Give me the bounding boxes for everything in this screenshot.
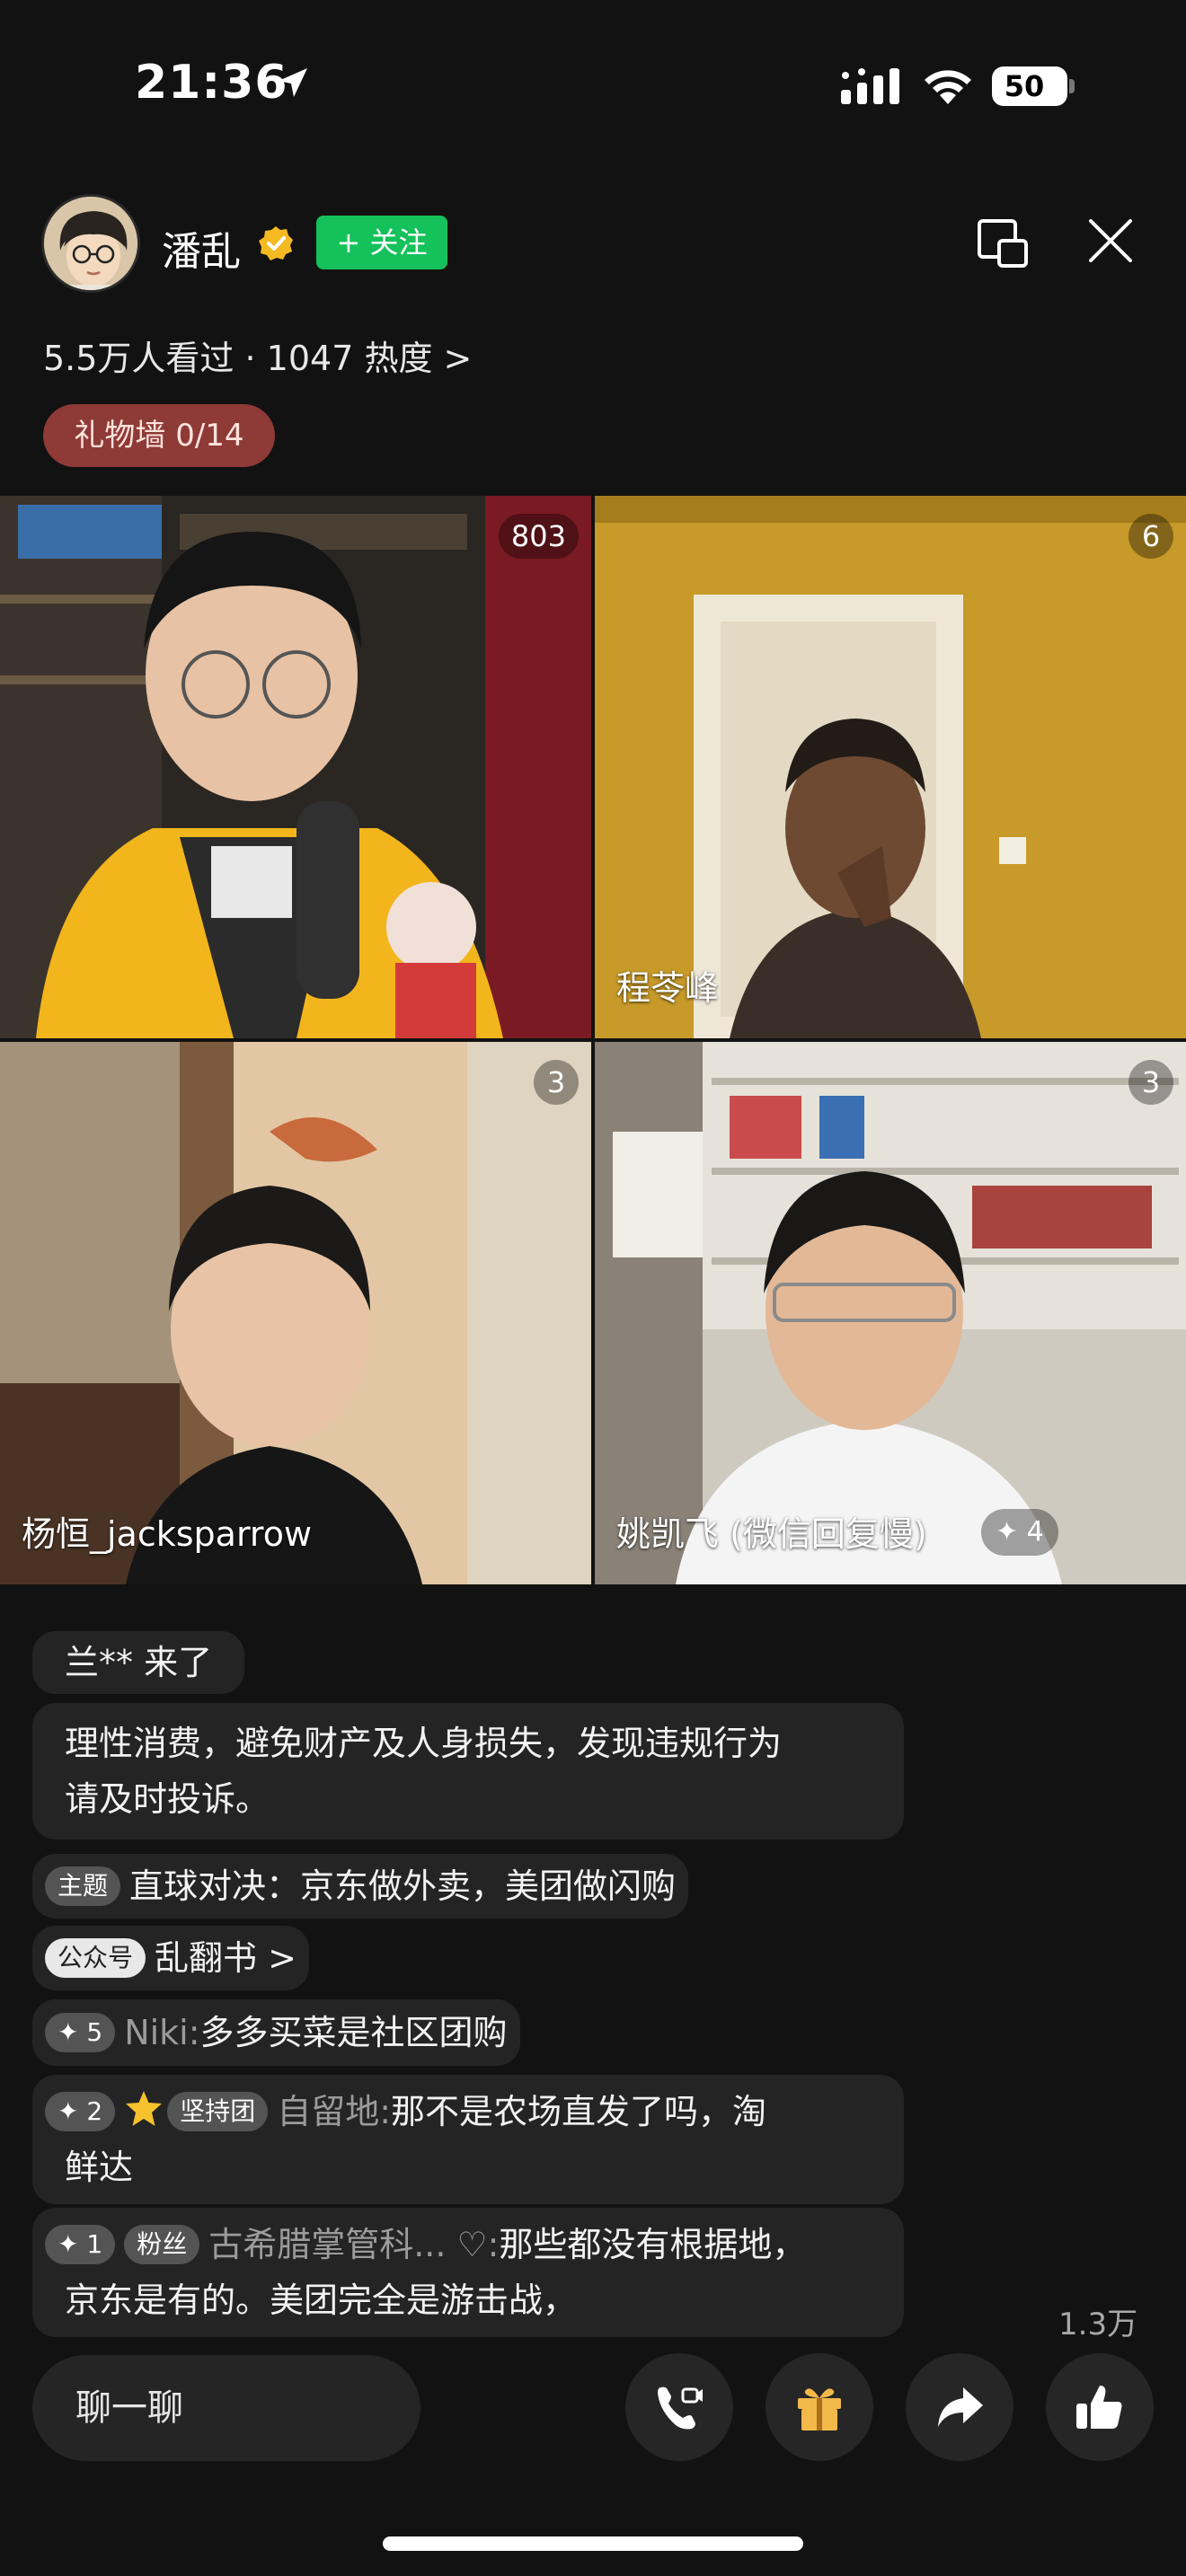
signal-icon bbox=[841, 68, 899, 104]
join-notice-text: 兰** 来了 bbox=[65, 1643, 213, 1682]
battery-level: 50 bbox=[1004, 69, 1045, 103]
fan-chip: 粉丝 bbox=[124, 2225, 200, 2264]
video-tile-3[interactable]: 3 杨恒_jacksparrow bbox=[0, 1042, 591, 1584]
tile-viewer-count: 3 bbox=[1128, 1060, 1173, 1105]
tile-viewer-count: 803 bbox=[498, 514, 579, 559]
official-account-chip: 公众号 bbox=[45, 1938, 146, 1978]
star-badge-icon bbox=[124, 2089, 164, 2129]
chat-text: 那些都没有根据地， bbox=[499, 2225, 807, 2264]
video-call-button[interactable] bbox=[625, 2353, 733, 2461]
system-notice-line: 理性消费，避免财产及人身损失，发现违规行为 bbox=[65, 1724, 783, 1763]
gift-button[interactable] bbox=[766, 2353, 873, 2461]
system-notice-line: 请及时投诉。 bbox=[65, 1779, 270, 1819]
video-tile-1[interactable]: 803 bbox=[0, 496, 591, 1038]
home-indicator[interactable] bbox=[383, 2536, 803, 2551]
video-feed bbox=[595, 496, 1186, 1038]
topic-message[interactable]: 主题 直球对决：京东做外卖，美团做闪购 bbox=[32, 1854, 689, 1919]
status-bar: 21:36 50 bbox=[0, 0, 1186, 171]
share-button[interactable] bbox=[906, 2353, 1013, 2461]
share-icon bbox=[938, 2387, 983, 2427]
fan-club-chip: 坚持团 bbox=[167, 2092, 269, 2131]
chat-text: 多多买菜是社区团购 bbox=[199, 2013, 508, 2052]
video-call-icon bbox=[658, 2386, 703, 2430]
chat-username[interactable]: 自留地: bbox=[277, 2092, 391, 2131]
follow-button[interactable]: + 关注 bbox=[316, 216, 447, 269]
tile-viewer-count: 3 bbox=[534, 1060, 579, 1105]
topic-text: 直球对决：京东做外卖，美团做闪购 bbox=[129, 1866, 677, 1906]
gift-wall-button[interactable]: 礼物墙 0/14 bbox=[43, 404, 275, 467]
like-count: 1.3万 bbox=[1058, 2307, 1138, 2342]
user-level-chip: ✦ 2 bbox=[45, 2092, 116, 2131]
wifi-icon bbox=[925, 70, 971, 104]
participant-name: 姚凯飞 (微信回复慢) bbox=[616, 1514, 927, 1554]
participant-name: 程苓峰 bbox=[616, 968, 720, 1008]
topic-chip: 主题 bbox=[45, 1866, 121, 1906]
official-account-link[interactable]: 乱翻书 > bbox=[155, 1938, 296, 1978]
chat-message[interactable]: ✦ 1 粉丝 古希腊掌管科... ♡:那些都没有根据地， 京东是有的。美团完全是游击… bbox=[32, 2208, 904, 2337]
location-arrow-icon bbox=[279, 68, 307, 97]
verified-icon bbox=[259, 226, 293, 260]
video-feed bbox=[0, 1042, 591, 1584]
pip-icon[interactable] bbox=[976, 216, 1030, 269]
join-notice: 兰** 来了 bbox=[32, 1631, 245, 1694]
battery-icon: 50 bbox=[992, 66, 1075, 106]
official-account-message[interactable]: 公众号 乱翻书 > bbox=[32, 1926, 309, 1990]
video-tile-4[interactable]: 3 姚凯飞 (微信回复慢) ✦ 4 bbox=[595, 1042, 1186, 1584]
host-avatar[interactable] bbox=[41, 194, 140, 293]
chat-message[interactable]: ✦ 2 坚持团 自留地:那不是农场直发了吗，淘 鲜达 bbox=[32, 2075, 904, 2204]
participant-level-badge: ✦ 4 bbox=[981, 1509, 1058, 1556]
chat-text-continued: 鲜达 bbox=[65, 2148, 134, 2187]
chat-text-continued: 京东是有的。美团完全是游击战， bbox=[65, 2280, 578, 2320]
like-icon bbox=[1076, 2386, 1122, 2429]
gift-icon bbox=[798, 2388, 841, 2430]
user-level-chip: ✦ 5 bbox=[45, 2013, 116, 2052]
host-name[interactable]: 潘乱 bbox=[162, 219, 241, 277]
close-icon[interactable] bbox=[1085, 214, 1136, 268]
like-button[interactable] bbox=[1046, 2353, 1154, 2461]
tile-viewer-count: 6 bbox=[1128, 514, 1173, 559]
video-tile-2[interactable]: 6 程苓峰 bbox=[595, 496, 1186, 1038]
chat-username[interactable]: 古希腊掌管科... ♡: bbox=[208, 2225, 499, 2264]
chat-text: 那不是农场直发了吗，淘 bbox=[391, 2092, 767, 2131]
participant-name: 杨恒_jacksparrow bbox=[22, 1514, 313, 1554]
chat-username[interactable]: Niki: bbox=[124, 2013, 199, 2052]
viewer-stats[interactable]: 5.5万人看过 · 1047 热度 > bbox=[43, 331, 472, 380]
system-notice: 理性消费，避免财产及人身损失，发现违规行为 请及时投诉。 bbox=[32, 1703, 904, 1839]
user-level-chip: ✦ 1 bbox=[45, 2225, 116, 2264]
status-time: 21:36 bbox=[135, 56, 288, 110]
chat-message[interactable]: ✦ 5 Niki:多多买菜是社区团购 bbox=[32, 1999, 520, 2066]
video-feed bbox=[0, 496, 591, 1038]
chat-input[interactable]: 聊一聊 bbox=[32, 2355, 420, 2461]
video-feed bbox=[595, 1042, 1186, 1584]
